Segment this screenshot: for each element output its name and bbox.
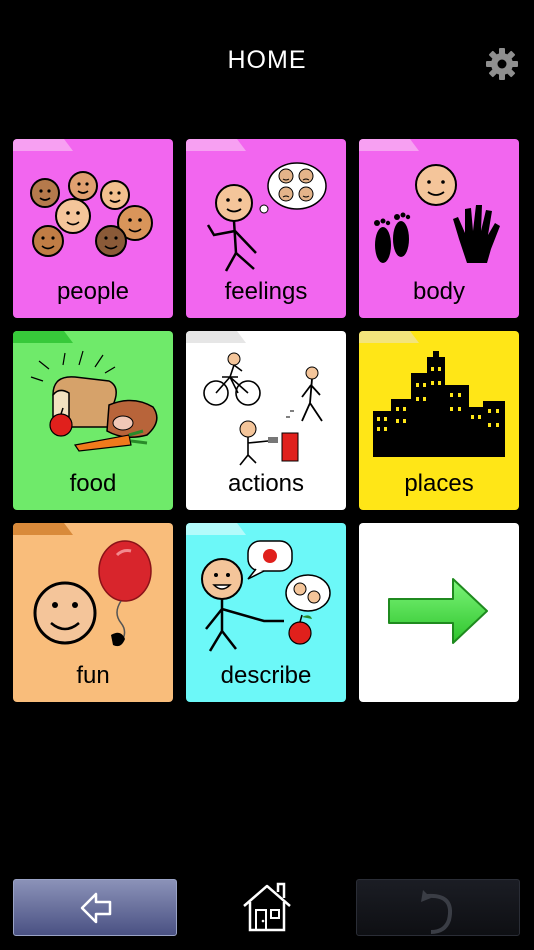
tile-places[interactable]: places xyxy=(359,331,519,510)
next-arrow-icon xyxy=(388,578,488,644)
gear-icon[interactable] xyxy=(484,46,520,82)
tile-tab xyxy=(186,331,246,343)
tile-tab xyxy=(13,331,73,343)
tile-label: describe xyxy=(220,662,312,689)
thinking-person-icon xyxy=(206,162,327,272)
tile-tab xyxy=(359,331,419,343)
feet-hand-icon xyxy=(374,164,500,263)
tile-feelings[interactable]: feelings xyxy=(186,139,346,318)
tile-body[interactable]: body xyxy=(359,139,519,318)
tile-label: food xyxy=(69,470,117,497)
tile-tab xyxy=(186,523,246,535)
page-title: HOME xyxy=(227,46,307,74)
tile-fun[interactable]: fun xyxy=(13,523,173,702)
city-icon xyxy=(373,351,505,457)
tile-tab xyxy=(13,523,73,535)
tile-actions[interactable]: actions xyxy=(186,331,346,510)
food-icon xyxy=(30,350,158,452)
tile-label: body xyxy=(412,278,466,305)
tile-label: feelings xyxy=(224,278,308,305)
redo-button[interactable] xyxy=(356,879,520,936)
tile-label: places xyxy=(404,470,474,497)
describe-icon xyxy=(201,540,331,652)
tile-people[interactable]: people xyxy=(13,139,173,318)
home-icon xyxy=(243,882,291,932)
tile-label: actions xyxy=(227,470,305,497)
category-grid: people feelings body food actions places… xyxy=(13,139,519,703)
back-button[interactable] xyxy=(13,879,177,936)
actions-icon xyxy=(203,352,323,466)
header: HOME xyxy=(0,0,534,120)
tile-describe[interactable]: describe xyxy=(186,523,346,702)
tile-next[interactable] xyxy=(359,523,519,702)
tile-tab xyxy=(186,139,246,151)
tile-label: people xyxy=(56,278,130,305)
bottom-toolbar xyxy=(0,870,534,950)
balloon-icon xyxy=(33,540,152,647)
faces-icon xyxy=(30,171,153,257)
tile-tab xyxy=(13,139,73,151)
redo-icon xyxy=(421,890,452,934)
back-arrow-icon xyxy=(80,892,112,924)
tile-label: fun xyxy=(76,662,110,689)
tile-food[interactable]: food xyxy=(13,331,173,510)
tile-tab xyxy=(359,139,419,151)
home-button[interactable] xyxy=(240,880,294,934)
